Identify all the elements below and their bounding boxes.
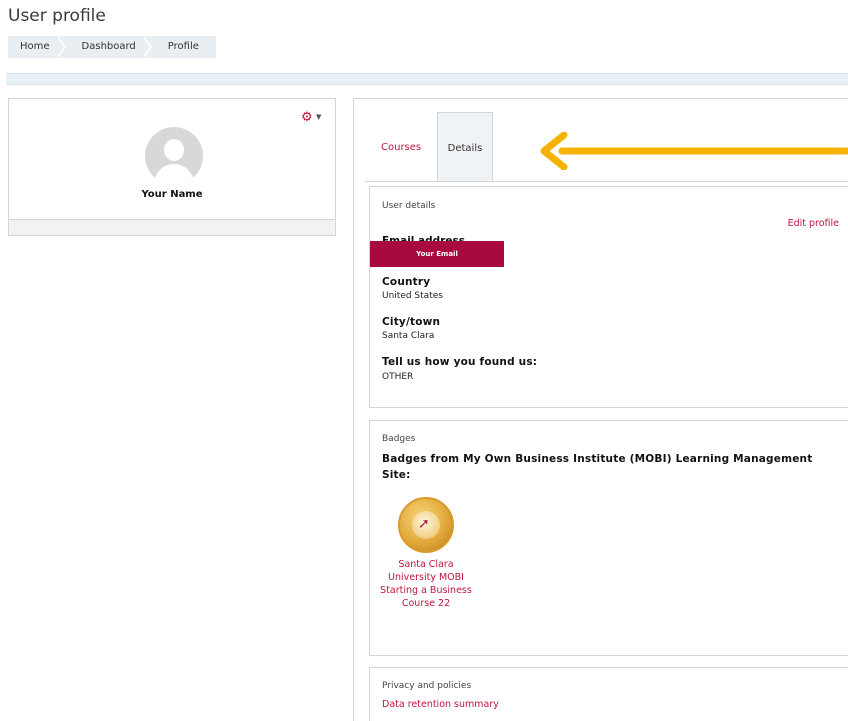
chevron-down-icon[interactable]: ▼ bbox=[316, 113, 321, 121]
breadcrumb-dashboard[interactable]: Dashboard bbox=[64, 36, 153, 58]
country-value: United States bbox=[382, 291, 443, 301]
breadcrumb: Home Dashboard Profile bbox=[8, 36, 216, 58]
profile-card-footer bbox=[9, 220, 335, 235]
tab-courses[interactable]: Courses bbox=[365, 112, 437, 182]
breadcrumb-profile: Profile bbox=[167, 41, 199, 52]
breadcrumb-home[interactable]: Home bbox=[8, 36, 66, 58]
found-us-label: Tell us how you found us: bbox=[382, 356, 538, 368]
badge-arrow-icon: ➚ bbox=[418, 516, 430, 532]
profile-card-body: ⚙ ▼ Your Name bbox=[9, 99, 335, 220]
avatar-body-shape bbox=[154, 164, 194, 185]
header-band bbox=[6, 73, 848, 85]
badge-caption-link[interactable]: Santa Clara University MOBI Starting a B… bbox=[376, 558, 476, 610]
badge-medal-icon[interactable]: ➚ bbox=[398, 497, 454, 553]
page-title: User profile bbox=[8, 6, 106, 26]
city-label: City/town bbox=[382, 316, 441, 328]
avatar-head-shape bbox=[164, 139, 184, 161]
badge-medal-center: ➚ bbox=[412, 511, 440, 539]
badges-title: Badges bbox=[382, 434, 416, 444]
badges-section: Badges Badges from My Own Business Insti… bbox=[369, 420, 848, 656]
gear-icon[interactable]: ⚙ bbox=[301, 110, 313, 125]
edit-profile-link[interactable]: Edit profile bbox=[788, 218, 839, 229]
avatar bbox=[145, 127, 203, 185]
email-value: Your Email bbox=[370, 241, 504, 267]
arrow-left-icon bbox=[540, 132, 848, 170]
user-details-title: User details bbox=[382, 201, 436, 211]
city-value: Santa Clara bbox=[382, 331, 435, 341]
data-retention-link[interactable]: Data retention summary bbox=[382, 699, 499, 710]
profile-card: ⚙ ▼ Your Name bbox=[8, 98, 336, 236]
country-label: Country bbox=[382, 276, 431, 288]
privacy-title: Privacy and policies bbox=[382, 681, 472, 691]
tab-divider bbox=[365, 181, 848, 182]
tab-details[interactable]: Details bbox=[437, 112, 493, 182]
profile-name: Your Name bbox=[141, 189, 203, 200]
user-details-section: User details Edit profile Email address … bbox=[369, 186, 848, 408]
privacy-section: Privacy and policies Data retention summ… bbox=[369, 667, 848, 721]
badges-heading: Badges from My Own Business Institute (M… bbox=[382, 453, 813, 481]
found-us-value: OTHER bbox=[382, 372, 414, 382]
